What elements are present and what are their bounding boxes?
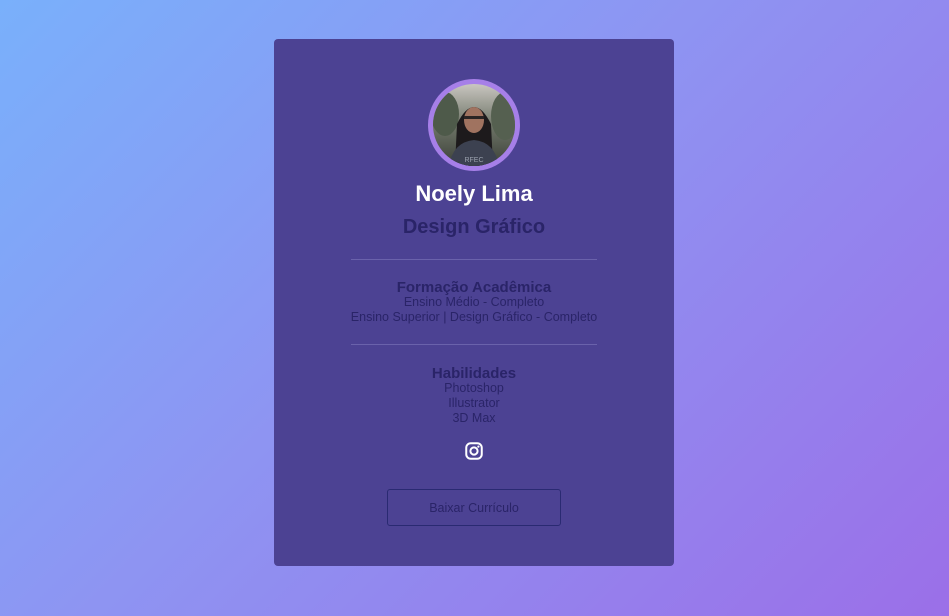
profile-card: RFEC Noely Lima Design Gráfico Formação …	[274, 39, 674, 566]
instagram-link[interactable]	[465, 442, 483, 460]
profile-name: Noely Lima	[415, 181, 533, 206]
skills-list: Photoshop Illustrator 3D Max	[274, 381, 674, 426]
instagram-icon	[465, 442, 483, 460]
divider	[351, 259, 597, 260]
avatar-ring: RFEC	[428, 79, 520, 171]
education-title: Formação Acadêmica	[396, 279, 552, 296]
education-list: Ensino Médio - Completo Ensino Superior …	[274, 295, 674, 325]
svg-text:RFEC: RFEC	[464, 157, 483, 164]
avatar: RFEC	[433, 84, 515, 166]
list-item: Ensino Superior | Design Gráfico - Compl…	[350, 310, 598, 324]
download-resume-button[interactable]: Baixar Currículo	[387, 489, 561, 526]
list-item: Photoshop	[444, 381, 504, 395]
profile-role: Design Gráfico	[402, 216, 546, 238]
list-item: Ensino Médio - Completo	[403, 295, 545, 309]
skills-title: Habilidades	[431, 365, 517, 382]
list-item: Illustrator	[448, 396, 500, 410]
divider	[351, 344, 597, 345]
list-item: 3D Max	[452, 411, 496, 425]
